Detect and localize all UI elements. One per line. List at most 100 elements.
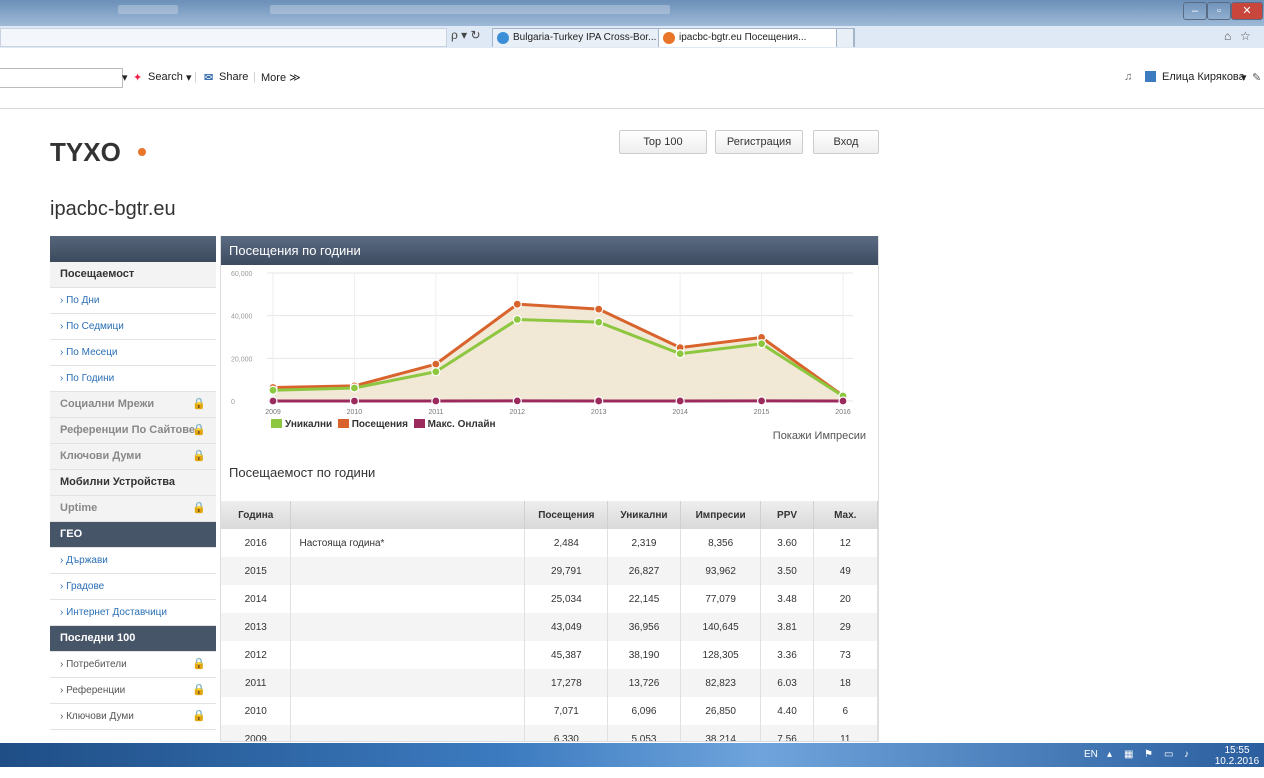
column-header[interactable]: Max. <box>813 501 877 529</box>
address-nav-buttons[interactable]: ρ ▾ ↻ <box>451 28 481 42</box>
sidebar-item[interactable]: › По Месеци <box>50 340 216 366</box>
address-bar[interactable] <box>0 28 447 47</box>
column-header[interactable] <box>291 501 525 529</box>
sidebar-item[interactable]: › Държави <box>50 548 216 574</box>
new-tab-button[interactable] <box>836 28 854 47</box>
column-header[interactable]: Посещения <box>525 501 608 529</box>
table-cell: 26,827 <box>608 557 681 585</box>
sidebar-item-label: Мобилни Устройства <box>60 476 175 488</box>
minimize-button[interactable]: – <box>1183 2 1207 20</box>
blurred-title-fragment <box>270 5 670 14</box>
tab-bulgaria-turkey[interactable]: Bulgaria-Turkey IPA Cross-Bor... <box>492 28 676 47</box>
sidebar-header <box>50 236 216 262</box>
data-point <box>595 318 603 326</box>
tray-expand-icon[interactable]: ▴ <box>1107 743 1112 767</box>
table-cell: 3.36 <box>761 641 813 669</box>
tools-wrench-icon[interactable]: ✎ <box>1252 71 1261 84</box>
clock[interactable]: 15:55 10.2.2016 г. <box>1212 745 1262 769</box>
table-row: 201529,79126,82793,9623.5049 <box>221 557 878 585</box>
sidebar: Посещаемост › По Дни› По Седмици› По Месе… <box>50 236 216 730</box>
sidebar-item-label: Ключови Думи <box>60 450 141 462</box>
sidebar-item[interactable]: › Ключови Думи🔒 <box>50 704 216 730</box>
lock-icon: 🔒 <box>192 678 206 703</box>
share-icon: ✉ <box>204 71 213 84</box>
panel-title: Посещения по години <box>221 236 878 265</box>
toolbar-search-input[interactable] <box>0 68 123 88</box>
table-cell: 29,791 <box>525 557 608 585</box>
volume-icon[interactable]: ♪ <box>1184 743 1189 767</box>
flag-icon[interactable]: ⚑ <box>1144 743 1153 767</box>
sidebar-item[interactable]: › Градове <box>50 574 216 600</box>
column-header[interactable]: Година <box>221 501 291 529</box>
sidebar-item-label: Социални Мрежи <box>60 398 154 410</box>
sidebar-item[interactable]: › По Дни <box>50 288 216 314</box>
search-dropdown-icon[interactable]: ▾ <box>186 71 192 84</box>
show-impressions-link[interactable]: Покажи Импресии <box>773 430 866 442</box>
bell-icon[interactable]: ♫ <box>1124 71 1132 83</box>
tyxo-logo[interactable]: TYXO <box>50 138 155 169</box>
legend-swatch <box>338 419 349 428</box>
sidebar-item-label: По Месеци <box>66 347 117 358</box>
table-cell: 93,962 <box>680 557 761 585</box>
sidebar-item[interactable]: › Референции🔒 <box>50 678 216 704</box>
x-tick-label: 2010 <box>347 409 363 416</box>
data-point <box>350 384 358 392</box>
legend-label[interactable]: Посещения <box>352 419 408 430</box>
sidebar-item[interactable]: › Интернет Доставчици <box>50 600 216 626</box>
user-menu-chevron-icon[interactable]: ▾ <box>1241 71 1247 84</box>
legend-label[interactable]: Уникални <box>285 419 332 430</box>
lock-icon: 🔒 <box>192 444 206 469</box>
data-point <box>432 368 440 376</box>
table-cell: 2011 <box>221 669 291 697</box>
action-center-icon[interactable]: ▦ <box>1124 743 1133 767</box>
column-header[interactable]: Уникални <box>608 501 681 529</box>
dropdown-chevron-icon[interactable]: ▾ <box>122 71 128 84</box>
tab-label: ipacbc-bgtr.eu Посещения... <box>679 32 806 43</box>
table-cell: 6 <box>813 697 877 725</box>
home-icon[interactable]: ⌂ <box>1224 29 1231 43</box>
table-cell <box>291 641 525 669</box>
more-button[interactable]: More ≫ <box>261 71 301 84</box>
favorites-star-icon[interactable]: ☆ <box>1240 29 1251 43</box>
legend-label[interactable]: Макс. Онлайн <box>428 419 496 430</box>
table-cell: 3.81 <box>761 613 813 641</box>
user-name-menu[interactable]: Елица Кирякова <box>1162 71 1245 83</box>
table-cell: 12 <box>813 529 877 557</box>
table-row: 201343,04936,956140,6453.8129 <box>221 613 878 641</box>
tab-tyxo-stats[interactable]: ipacbc-bgtr.eu Посещения... × <box>658 28 855 47</box>
network-icon[interactable]: ▭ <box>1164 743 1173 767</box>
register-button[interactable]: Регистрация <box>715 130 803 154</box>
table-cell <box>291 585 525 613</box>
column-header[interactable]: Импресии <box>680 501 761 529</box>
maximize-button[interactable]: ▫ <box>1207 2 1231 20</box>
top100-button[interactable]: Top 100 <box>619 130 707 154</box>
login-button[interactable]: Вход <box>813 130 879 154</box>
sidebar-item[interactable]: › По Години <box>50 366 216 392</box>
lock-icon: 🔒 <box>192 704 206 729</box>
share-button[interactable]: Share <box>219 71 248 83</box>
search-button[interactable]: Search <box>148 71 183 83</box>
close-window-button[interactable]: ✕ <box>1231 2 1263 20</box>
chart-svg: 020,00040,00060,000200920102011201220132… <box>221 265 878 445</box>
table-cell: 2010 <box>221 697 291 725</box>
language-indicator[interactable]: EN <box>1084 743 1098 767</box>
table-cell: 128,305 <box>680 641 761 669</box>
sidebar-item-label: Посещаемост <box>60 268 134 280</box>
sidebar-item[interactable]: › По Седмици <box>50 314 216 340</box>
ie-page-icon <box>497 32 509 44</box>
table-cell: 38,214 <box>680 725 761 742</box>
sidebar-item-label: Държави <box>66 555 108 566</box>
sidebar-item-label: По Дни <box>66 295 99 306</box>
sidebar-item: Uptime🔒 <box>50 496 216 522</box>
legend-swatch <box>271 419 282 428</box>
y-tick-label: 40,000 <box>231 314 253 321</box>
table-cell: 4.40 <box>761 697 813 725</box>
sidebar-item[interactable]: › Потребители🔒 <box>50 652 216 678</box>
data-point <box>595 397 603 405</box>
sidebar-item: Мобилни Устройства <box>50 470 216 496</box>
table-cell: 2014 <box>221 585 291 613</box>
column-header[interactable]: PPV <box>761 501 813 529</box>
table-cell: 6,096 <box>608 697 681 725</box>
data-point <box>350 397 358 405</box>
sidebar-item-label: Референции По Сайтове <box>60 424 195 436</box>
